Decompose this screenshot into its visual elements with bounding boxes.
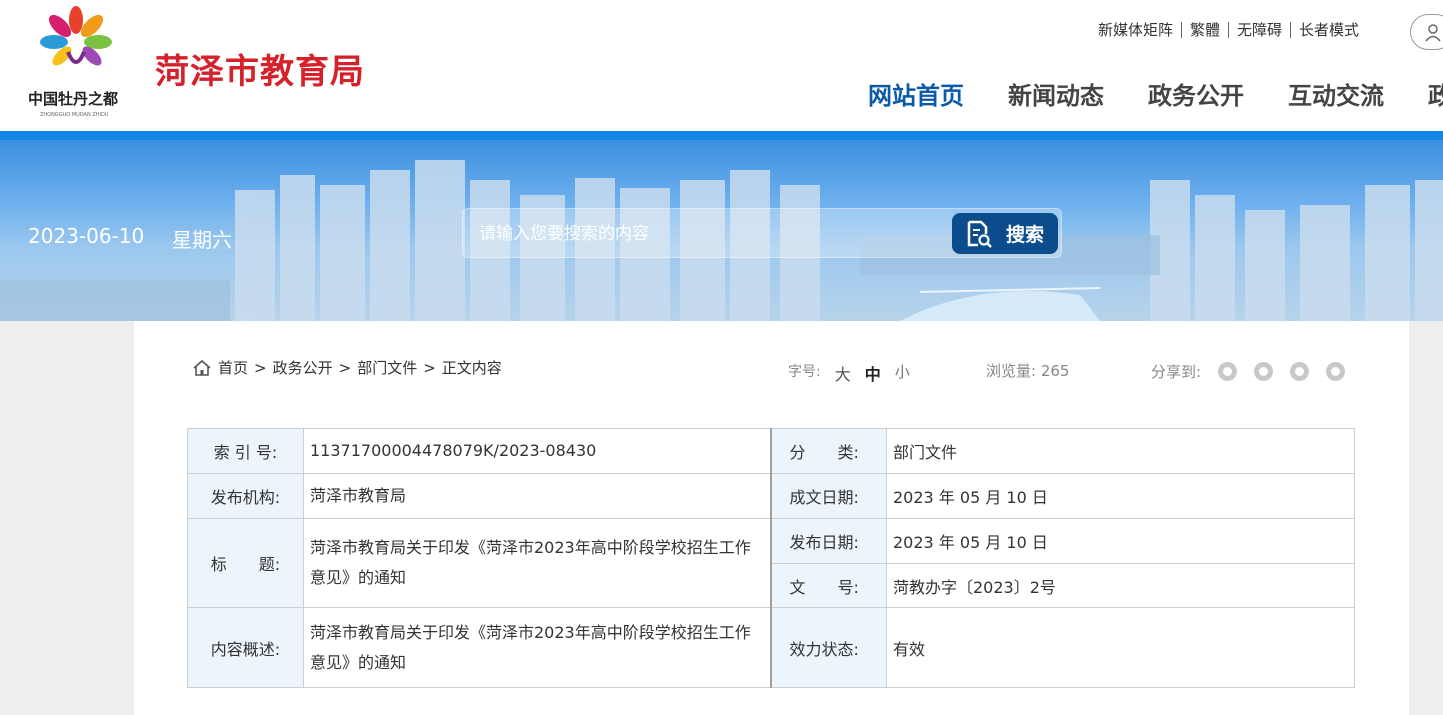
share-bar: 分享到: (1151, 361, 1346, 382)
publisher-value: 菏泽市教育局 (303, 473, 771, 519)
view-count-value: 265 (1040, 362, 1070, 380)
table-row: 内容概述: 菏泽市教育局关于印发《菏泽市2023年高中阶段学校招生工作意见》的通… (187, 607, 1355, 688)
table-row: 标 题: 菏泽市教育局关于印发《菏泽市2023年高中阶段学校招生工作意见》的通知… (187, 518, 1355, 608)
category-value: 部门文件 (886, 428, 1355, 474)
logo-text: 中国牡丹之都 (28, 90, 118, 108)
banner: 2023-06-10 星期六 搜索 (0, 140, 1443, 321)
search-button-label: 搜索 (1006, 224, 1045, 246)
table-row: 发布机构: 菏泽市教育局 成文日期: 2023 年 05 月 10 日 (187, 473, 1355, 519)
site-logo[interactable]: 中国牡丹之都 ZHONGGUO MUDAN ZHIDU (26, 6, 136, 124)
index-label: 索 引 号: (187, 428, 304, 474)
font-size-large[interactable]: 大 (835, 361, 851, 385)
search-input[interactable] (479, 221, 939, 247)
title-value: 菏泽市教育局关于印发《菏泽市2023年高中阶段学校招生工作意见》的通知 (303, 518, 771, 608)
font-size-small[interactable]: 小 (895, 361, 910, 385)
top-link-traditional[interactable]: 繁體 (1182, 22, 1230, 38)
header-divider-bar (0, 131, 1443, 140)
breadcrumb-current: 正文内容 (441, 359, 502, 377)
summary-label: 内容概述: (187, 607, 304, 688)
category-label: 分 类: (769, 428, 887, 474)
search-button[interactable]: 搜索 (952, 213, 1058, 254)
view-count: 浏览量: 265 (986, 360, 1069, 381)
breadcrumb-gov-affairs[interactable]: 政务公开 (273, 357, 333, 378)
font-size-switcher: 字号: 大 中 小 (788, 361, 910, 385)
top-link-media-matrix[interactable]: 新媒体矩阵 (1090, 22, 1183, 38)
title-label: 标 题: (187, 518, 304, 608)
user-icon (1425, 24, 1441, 42)
site-header: 中国牡丹之都 ZHONGGUO MUDAN ZHIDU 菏泽市教育局 新媒体矩阵… (0, 0, 1443, 131)
publisher-label: 发布机构: (187, 473, 304, 519)
breadcrumb-separator: > (338, 358, 352, 377)
share-label: 分享到: (1151, 363, 1202, 381)
search-icon (967, 220, 992, 248)
svg-text:ZHONGGUO MUDAN ZHIDU: ZHONGGUO MUDAN ZHIDU (40, 112, 109, 118)
top-link-elder-mode[interactable]: 长者模式 (1291, 22, 1367, 38)
search-bar: 搜索 (462, 208, 1062, 258)
breadcrumb: 首页 > 政务公开 > 部门文件 > 正文内容 (192, 357, 502, 378)
top-link-accessibility[interactable]: 无障碍 (1229, 22, 1292, 38)
main-nav: 网站首页 新闻动态 政务公开 互动交流 政 (846, 76, 1443, 111)
breadcrumb-home[interactable]: 首页 (218, 357, 248, 378)
nav-news[interactable]: 新闻动态 (1008, 76, 1104, 111)
written-date-label: 成文日期: (769, 473, 887, 519)
site-name[interactable]: 菏泽市教育局 (155, 44, 365, 93)
qq-icon[interactable] (1290, 362, 1310, 381)
current-weekday: 星期六 (172, 228, 232, 252)
nav-interaction[interactable]: 互动交流 (1288, 76, 1384, 111)
font-size-medium[interactable]: 中 (865, 361, 881, 385)
nav-gov-affairs[interactable]: 政务公开 (1148, 76, 1244, 111)
weibo-icon[interactable] (1254, 362, 1274, 381)
published-date-label: 发布日期: (769, 518, 887, 564)
home-icon[interactable] (192, 359, 212, 377)
index-value: 11371700004478079K/2023-08430 (303, 428, 771, 474)
table-row: 索 引 号: 11371700004478079K/2023-08430 分 类… (187, 428, 1355, 474)
doc-number-label: 文 号: (769, 563, 887, 608)
current-date: 2023-06-10 (28, 224, 145, 248)
user-button[interactable] (1410, 14, 1443, 50)
breadcrumb-dept-files[interactable]: 部门文件 (357, 357, 417, 378)
status-label: 效力状态: (769, 607, 887, 688)
written-date-value: 2023 年 05 月 10 日 (886, 473, 1355, 519)
nav-policy[interactable]: 政 (1428, 76, 1443, 111)
breadcrumb-separator: > (423, 358, 436, 377)
doc-number-value: 菏教办字〔2023〕2号 (886, 563, 1355, 608)
nav-home[interactable]: 网站首页 (868, 76, 964, 111)
published-date-value: 2023 年 05 月 10 日 (886, 518, 1355, 564)
qzone-icon[interactable] (1326, 362, 1346, 381)
breadcrumb-separator: > (254, 358, 267, 377)
wechat-icon[interactable] (1218, 362, 1238, 381)
summary-value: 菏泽市教育局关于印发《菏泽市2023年高中阶段学校招生工作意见》的通知 (303, 607, 771, 688)
status-value: 有效 (886, 607, 1355, 688)
view-count-label: 浏览量: (986, 362, 1037, 380)
top-links: 新媒体矩阵 繁體 无障碍 长者模式 (1090, 22, 1367, 38)
font-size-label: 字号: (788, 364, 821, 380)
document-meta-table: 索 引 号: 11371700004478079K/2023-08430 分 类… (187, 428, 1355, 688)
article-content: 首页 > 政务公开 > 部门文件 > 正文内容 字号: 大 中 小 浏览量: 2… (134, 321, 1409, 715)
